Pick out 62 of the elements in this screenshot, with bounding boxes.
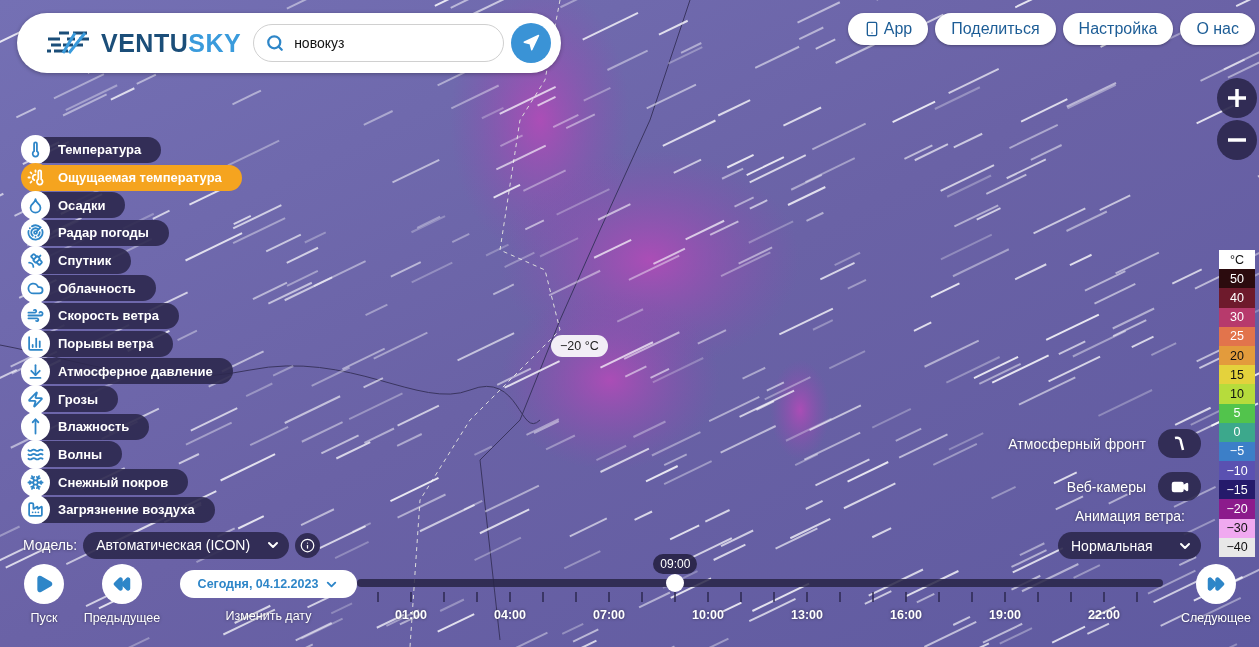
legend-cell: 10 <box>1219 384 1255 404</box>
layer-icon <box>27 390 44 408</box>
wind-animation-select[interactable]: Нормальная <box>1058 532 1201 559</box>
hour-label: 19:00 <box>988 608 1022 622</box>
timeline-track[interactable] <box>357 574 1163 592</box>
layer-icon <box>27 335 44 353</box>
hour-label: 16:00 <box>889 608 923 622</box>
legend-cell: 50 <box>1219 269 1255 289</box>
nav-button[interactable]: Поделиться <box>935 13 1056 45</box>
legend-cell: °C <box>1219 250 1255 270</box>
model-label: Модель: <box>23 537 78 554</box>
next-caption: Следующее <box>1181 611 1251 625</box>
hour-label: 13:00 <box>790 608 824 622</box>
legend-cell: 20 <box>1219 345 1255 366</box>
legend-cell: 30 <box>1219 307 1255 327</box>
play-icon <box>34 574 54 594</box>
nav-button[interactable]: О нас <box>1180 13 1255 45</box>
nav-button[interactable]: Настройка <box>1062 13 1174 45</box>
legend-cell: −20 <box>1219 499 1255 519</box>
legend-cell: 15 <box>1219 365 1255 385</box>
legend-cell: −40 <box>1219 537 1255 557</box>
hour-label: 10:00 <box>691 608 725 622</box>
wind-animation-label: Анимация ветра: <box>1074 508 1185 524</box>
layer-icon <box>27 307 44 325</box>
layer-icon <box>27 224 44 242</box>
legend-cell: −30 <box>1219 518 1255 538</box>
hour-label: 04:00 <box>493 608 527 622</box>
legend-cell: 40 <box>1219 288 1255 308</box>
play-caption: Пуск <box>30 611 58 625</box>
layer-icon <box>27 362 44 380</box>
legend-cell: −15 <box>1219 480 1255 500</box>
date-select[interactable]: Сегодня, 04.12.2023 <box>180 570 357 598</box>
fast-forward-icon <box>1207 575 1225 593</box>
map-temperature-label: −20 °C <box>551 335 608 357</box>
nav-button[interactable]: App <box>847 13 929 45</box>
hour-label: 22:00 <box>1087 608 1121 622</box>
layer-icon <box>27 473 44 491</box>
layer-icon <box>27 169 44 187</box>
search-icon <box>266 34 285 52</box>
hour-label: 07:00 <box>592 608 626 622</box>
rewind-icon <box>113 575 131 593</box>
weather-front-icon <box>1172 435 1187 452</box>
search-field[interactable]: новокуз <box>253 24 504 62</box>
layer-icon <box>27 501 44 519</box>
ventusky-logo[interactable]: VENTUSKY <box>101 28 242 58</box>
current-time-label: 09:00 <box>653 554 698 574</box>
overlay-label: Атмосферный фронт <box>1008 435 1146 452</box>
legend-cell: −5 <box>1219 441 1255 462</box>
layer-icon <box>27 252 44 270</box>
previous-caption: Предыдущее <box>83 611 161 625</box>
locate-button[interactable] <box>511 23 551 63</box>
legend-cell: 5 <box>1219 403 1255 423</box>
model-select[interactable]: Автоматическая (ICON) <box>83 531 290 559</box>
overlay-label: Веб-камеры <box>1066 478 1146 495</box>
navigation-arrow-icon <box>522 34 540 52</box>
legend-cell: 25 <box>1219 326 1255 346</box>
legend-cell: −10 <box>1219 461 1255 481</box>
legend-cell: 0 <box>1219 422 1255 442</box>
layer-icon <box>27 196 44 214</box>
info-icon <box>300 537 316 553</box>
minus-icon <box>1228 138 1246 142</box>
plus-icon <box>1228 89 1246 107</box>
